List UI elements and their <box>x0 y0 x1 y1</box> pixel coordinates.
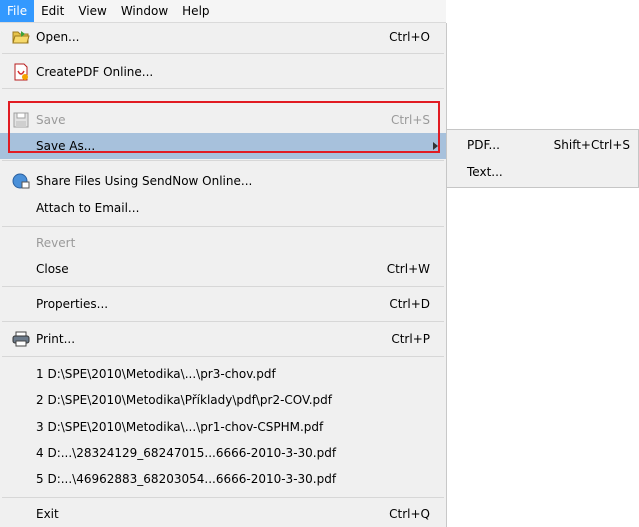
menu-item-label: Share Files Using SendNow Online... <box>36 174 253 188</box>
menu-bar: File Edit View Window Help <box>0 0 446 23</box>
menu-item-attach-email[interactable]: Attach to Email... <box>0 195 446 221</box>
menu-file[interactable]: File <box>0 0 35 22</box>
menu-item-print[interactable]: Print... Ctrl+P <box>0 326 446 352</box>
menu-help[interactable]: Help <box>175 0 216 22</box>
menu-item-label: 5 D:...\46962883_68203054...6666-2010-3-… <box>36 472 337 486</box>
menu-item-revert[interactable]: Revert <box>0 230 446 256</box>
menu-item-label: 2 D:\SPE\2010\Metodika\Příklady\pdf\pr2-… <box>36 393 332 407</box>
menu-item-label: Attach to Email... <box>36 201 140 215</box>
menu-item-label: 3 D:\SPE\2010\Metodika\...\pr1-chov-CSPH… <box>36 420 324 434</box>
menu-item-save-as[interactable]: Save As... <box>0 133 446 159</box>
menu-item-label: 4 D:...\28324129_68247015...6666-2010-3-… <box>36 446 337 460</box>
menu-item-label: PDF... <box>467 138 500 152</box>
menu-item-exit[interactable]: Exit Ctrl+Q <box>0 501 446 527</box>
printer-icon <box>12 330 30 348</box>
submenu-item-text[interactable]: Text... <box>447 159 638 185</box>
shortcut-label: Ctrl+D <box>389 297 430 311</box>
menu-item-open[interactable]: Open... Ctrl+O <box>0 24 446 50</box>
save-as-submenu: PDF... Shift+Ctrl+S Text... <box>446 129 639 188</box>
menu-item-label: 1 D:\SPE\2010\Metodika\...\pr3-chov.pdf <box>36 367 276 381</box>
menu-item-label: Save <box>36 113 66 127</box>
recent-file-2[interactable]: 2 D:\SPE\2010\Metodika\Příklady\pdf\pr2-… <box>0 387 446 413</box>
submenu-item-pdf[interactable]: PDF... Shift+Ctrl+S <box>447 132 638 158</box>
shortcut-label: Ctrl+W <box>386 262 430 276</box>
shortcut-label: Ctrl+O <box>389 30 430 44</box>
menu-item-label: Close <box>36 262 69 276</box>
menu-item-save[interactable]: Save Ctrl+S <box>0 107 446 133</box>
recent-file-3[interactable]: 3 D:\SPE\2010\Metodika\...\pr1-chov-CSPH… <box>0 414 446 440</box>
menu-item-label: Save As... <box>36 139 96 153</box>
save-disk-icon <box>12 111 30 129</box>
menu-item-label: Revert <box>36 236 76 250</box>
menu-item-properties[interactable]: Properties... Ctrl+D <box>0 291 446 317</box>
menu-item-label: Exit <box>36 507 59 521</box>
menu-item-label: Properties... <box>36 297 109 311</box>
createpdf-icon <box>12 63 30 81</box>
shortcut-label: Ctrl+Q <box>389 507 430 521</box>
recent-file-5[interactable]: 5 D:...\46962883_68203054...6666-2010-3-… <box>0 466 446 492</box>
menu-item-label: Open... <box>36 30 80 44</box>
recent-file-4[interactable]: 4 D:...\28324129_68247015...6666-2010-3-… <box>0 440 446 466</box>
menu-edit[interactable]: Edit <box>34 0 71 22</box>
submenu-arrow-icon <box>433 142 438 150</box>
shortcut-label: Ctrl+S <box>390 113 430 127</box>
folder-open-icon <box>12 28 30 46</box>
menu-item-share-sendnow[interactable]: Share Files Using SendNow Online... <box>0 168 446 194</box>
menu-item-createpdf[interactable]: CreatePDF Online... <box>0 59 446 85</box>
menu-window[interactable]: Window <box>114 0 175 22</box>
sendnow-icon <box>12 172 30 190</box>
menu-item-label: Text... <box>467 165 503 179</box>
menu-item-label: Print... <box>36 332 76 346</box>
menu-item-label: CreatePDF Online... <box>36 65 154 79</box>
recent-file-1[interactable]: 1 D:\SPE\2010\Metodika\...\pr3-chov.pdf <box>0 361 446 387</box>
file-menu: Open... Ctrl+O CreatePDF Online... Save … <box>0 23 447 527</box>
shortcut-label: Shift+Ctrl+S <box>553 138 630 152</box>
menu-view[interactable]: View <box>71 0 113 22</box>
shortcut-label: Ctrl+P <box>391 332 430 346</box>
menu-item-close[interactable]: Close Ctrl+W <box>0 256 446 282</box>
